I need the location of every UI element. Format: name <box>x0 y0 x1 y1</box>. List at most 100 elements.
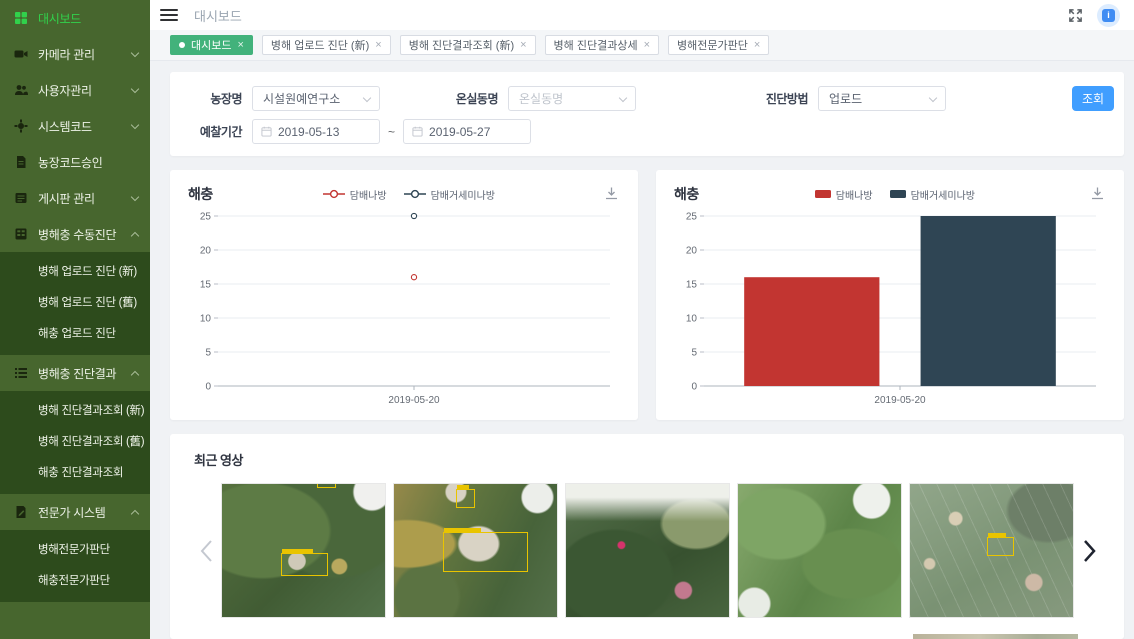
tab-disease-result-detail[interactable]: 병해 진단결과상세 × <box>545 35 659 55</box>
leaf-photo-thumbnail[interactable] <box>393 483 558 618</box>
detection-box <box>987 537 1015 556</box>
svg-text:15: 15 <box>200 280 212 291</box>
sidebar-item-manual-diagnosis[interactable]: 병해충 수동진단 <box>0 216 150 252</box>
download-icon[interactable] <box>1090 186 1106 202</box>
pest-scatter-chart: 05101520252019-05-20 <box>188 206 620 410</box>
sidebar-item-label: 카메라 관리 <box>38 46 132 63</box>
leaf-photo-thumbnail[interactable] <box>221 483 386 618</box>
greenhouse-label: 온실동명 <box>442 90 498 107</box>
legend-item[interactable]: 담배거세미나방 <box>889 187 975 202</box>
dashboard-icon <box>13 11 28 26</box>
svg-text:20: 20 <box>200 246 212 257</box>
tab-close-icon[interactable]: × <box>520 39 526 51</box>
pest-bar-chart: 05101520252019-05-20 <box>674 206 1106 410</box>
period-end-date-input[interactable]: 2019-05-27 <box>403 119 531 144</box>
svg-text:10: 10 <box>686 314 698 325</box>
tab-dashboard[interactable]: 대시보드 × <box>170 35 253 55</box>
download-icon[interactable] <box>604 186 620 202</box>
sidebar-subitem-disease-expert[interactable]: 병해전문가판단 <box>0 535 150 566</box>
tab-close-icon[interactable]: × <box>644 39 650 51</box>
sidebar-item-system-code[interactable]: 시스템코드 <box>0 108 150 144</box>
svg-text:5: 5 <box>691 348 697 359</box>
chevron-up-icon <box>131 231 139 239</box>
period-start-date-input[interactable]: 2019-05-13 <box>252 119 380 144</box>
recent-images-title: 최근 영상 <box>194 450 1100 469</box>
svg-text:0: 0 <box>205 382 211 393</box>
line-marker-icon <box>322 189 346 199</box>
sidebar-subitem-disease-upload-old[interactable]: 병해 업로드 진단 (舊) <box>0 288 150 319</box>
charts-row: 해충 담배나방 담배거세미나방 <box>170 170 1124 420</box>
line-marker-icon <box>403 189 427 199</box>
tab-disease-upload-new[interactable]: 병해 업로드 진단 (新) × <box>262 35 391 55</box>
carousel-prev-button[interactable] <box>194 483 218 618</box>
sidebar-subitem-disease-result-new[interactable]: 병해 진단결과조회 (新) <box>0 396 150 427</box>
sidebar-item-expert-system[interactable]: 전문가 시스템 <box>0 494 150 530</box>
legend-item[interactable]: 담배나방 <box>322 187 387 202</box>
recent-images-panel: 최근 영상 <box>170 434 1124 639</box>
expert-system-icon <box>13 505 28 520</box>
svg-text:25: 25 <box>200 212 212 223</box>
tab-disease-expert[interactable]: 병해전문가판단 × <box>668 35 769 55</box>
fullscreen-icon[interactable] <box>1068 8 1083 23</box>
info-icon[interactable]: i <box>1097 4 1120 27</box>
svg-text:2019-05-20: 2019-05-20 <box>874 395 926 406</box>
search-button[interactable]: 조회 <box>1072 86 1114 111</box>
tab-close-icon[interactable]: × <box>375 39 381 51</box>
leaf-photo-thumbnail[interactable] <box>565 483 730 618</box>
diagnosis-method-select[interactable]: 업로드 <box>818 86 946 111</box>
sidebar-subitem-pest-expert[interactable]: 해충전문가판단 <box>0 566 150 597</box>
greenhouse-select[interactable]: 온실동명 <box>508 86 636 111</box>
tab-disease-result-new[interactable]: 병해 진단결과조회 (新) × <box>400 35 536 55</box>
sidebar-item-camera-management[interactable]: 카메라 관리 <box>0 36 150 72</box>
page-title: 대시보드 <box>194 6 242 25</box>
system-code-icon <box>13 119 28 134</box>
legend-item[interactable]: 담배거세미나방 <box>403 187 495 202</box>
sidebar-item-label: 농장코드승인 <box>38 154 138 171</box>
leaf-photo-thumbnail[interactable] <box>909 483 1074 618</box>
users-icon <box>13 83 28 98</box>
chevron-down-icon <box>363 94 371 102</box>
svg-text:2019-05-20: 2019-05-20 <box>388 395 440 406</box>
chevron-left-icon <box>200 539 213 563</box>
detection-box <box>281 553 328 576</box>
legend-item[interactable]: 담배나방 <box>814 187 873 202</box>
farm-code-approval-icon <box>13 155 28 170</box>
sidebar-item-board-management[interactable]: 게시판 관리 <box>0 180 150 216</box>
chevron-down-icon <box>619 94 627 102</box>
pest-scatter-card: 해충 담배나방 담배거세미나방 <box>170 170 638 420</box>
partial-thumbnail[interactable] <box>913 634 1078 639</box>
sidebar-item-dashboard[interactable]: 대시보드 <box>0 0 150 36</box>
diagnosis-method-label: 진단방법 <box>752 90 808 107</box>
chevron-down-icon <box>131 120 139 128</box>
chart-title: 해충 <box>188 184 213 204</box>
sidebar-subitem-pest-upload[interactable]: 해충 업로드 진단 <box>0 319 150 350</box>
sidebar-item-user-management[interactable]: 사용자관리 <box>0 72 150 108</box>
sidebar-subitem-pest-result[interactable]: 해충 진단결과조회 <box>0 458 150 489</box>
leaf-photo-thumbnail[interactable] <box>737 483 902 618</box>
filter-panel: 농장명 시설원예연구소 온실동명 온실동명 진단방법 업로드 <box>170 72 1124 156</box>
carousel-next-button[interactable] <box>1077 483 1101 618</box>
tab-bar: 대시보드 × 병해 업로드 진단 (新) × 병해 진단결과조회 (新) × 병… <box>150 30 1134 61</box>
sidebar-item-farm-code-approval[interactable]: 농장코드승인 <box>0 144 150 180</box>
chevron-up-icon <box>131 509 139 517</box>
sidebar-item-label: 게시판 관리 <box>38 190 132 207</box>
chevron-down-icon <box>131 48 139 56</box>
hamburger-menu-icon[interactable] <box>160 6 178 24</box>
farm-name-select[interactable]: 시설원예연구소 <box>252 86 380 111</box>
tab-close-icon[interactable]: × <box>237 39 243 51</box>
tab-close-icon[interactable]: × <box>754 39 760 51</box>
scatter-legend: 담배나방 담배거세미나방 <box>213 187 604 202</box>
sidebar-subitem-disease-upload-new[interactable]: 병해 업로드 진단 (新) <box>0 257 150 288</box>
sidebar-subitem-disease-result-old[interactable]: 병해 진단결과조회 (舊) <box>0 427 150 458</box>
farm-name-label: 농장명 <box>186 90 242 107</box>
sidebar-item-diagnosis-result[interactable]: 병해충 진단결과 <box>0 355 150 391</box>
chart-title: 해충 <box>674 184 699 204</box>
active-tab-dot <box>179 42 185 48</box>
detection-box <box>317 483 337 488</box>
submenu-expert-system: 병해전문가판단 해충전문가판단 <box>0 530 150 602</box>
chevron-right-icon <box>1083 539 1096 563</box>
svg-text:25: 25 <box>686 212 698 223</box>
calendar-icon <box>261 126 272 137</box>
sidebar-item-label: 병해충 진단결과 <box>38 365 132 382</box>
main-area: 대시보드 i 대시보드 × 병해 업로드 진단 (新) × 병해 진단결과조회 … <box>150 0 1134 639</box>
